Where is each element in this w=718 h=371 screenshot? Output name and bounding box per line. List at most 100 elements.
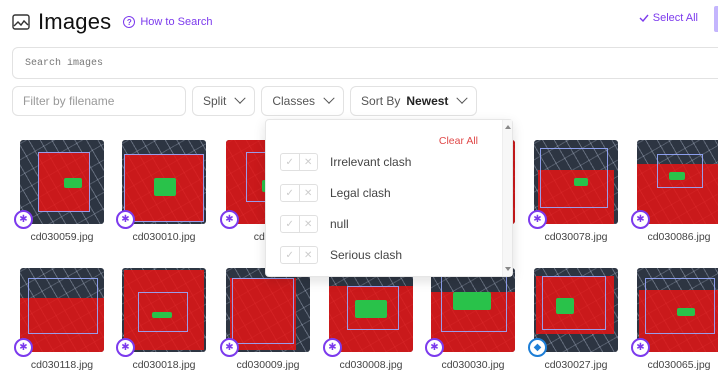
image-thumbnail[interactable] [534,140,618,224]
person-icon: ✱ [14,210,33,229]
class-option: ✓ ✕ Irrelevant clash [280,152,411,172]
image-filename: cd030010.jpg [132,231,196,243]
person-icon: ✱ [116,210,135,229]
image-card[interactable]: ✱ cd030010.jpg [116,140,206,243]
image-gallery-icon [12,14,30,30]
person-icon: ✱ [631,210,650,229]
chevron-down-icon [323,92,335,104]
scroll-up-icon[interactable] [505,125,511,129]
check-icon[interactable]: ✓ [281,185,300,201]
object-annotation [64,178,82,188]
object-annotation [152,312,172,318]
image-thumbnail[interactable] [20,268,104,352]
person-icon: ✱ [323,338,342,357]
object-annotation [453,292,491,310]
image-filename: cd030118.jpg [30,359,94,371]
image-filename: cd030078.jpg [544,231,608,243]
toolbar-edge-button[interactable] [714,6,718,32]
bounding-box [232,278,294,344]
person-icon: ✱ [631,338,650,357]
person-icon: ✱ [425,338,444,357]
class-toggle[interactable]: ✓ ✕ [280,215,318,233]
check-icon[interactable]: ✓ [281,216,300,232]
object-annotation [574,178,588,186]
image-card[interactable]: ✱ cd030018.jpg [116,268,206,371]
image-thumbnail[interactable] [122,140,206,224]
class-toggle[interactable]: ✓ ✕ [280,153,318,171]
class-toggle[interactable]: ✓ ✕ [280,246,318,264]
close-icon[interactable]: ✕ [300,247,318,263]
image-thumbnail[interactable] [122,268,206,352]
image-card[interactable]: ✱ cd030078.jpg [528,140,618,243]
select-all-label: Select All [652,12,698,24]
question-icon: ? [123,16,136,28]
close-icon[interactable]: ✕ [300,185,318,201]
person-icon: ✱ [528,210,547,229]
select-all-button[interactable]: Select All [639,12,698,24]
classes-dropdown[interactable]: Classes [261,86,345,116]
image-filename: cd030027.jpg [544,359,608,371]
page-header: Images ? How to Search [12,8,213,36]
close-icon[interactable]: ✕ [300,216,318,232]
search-input[interactable] [25,57,425,69]
object-annotation [556,298,574,314]
class-option: ✓ ✕ Legal clash [280,183,391,203]
person-icon: ✱ [116,338,135,357]
image-card[interactable]: ✱ cd030008.jpg [323,268,413,371]
class-option-label: Legal clash [330,186,391,200]
image-filename: cd030009.jpg [236,359,300,371]
bounding-box [28,278,98,334]
class-option: ✓ ✕ Serious clash [280,245,402,265]
image-filename: cd030030.jpg [441,359,505,371]
image-card[interactable]: ✱ cd030065.jpg [631,268,718,371]
classes-popup: Clear All ✓ ✕ Irrelevant clash ✓ ✕ Legal c… [265,119,513,277]
class-option-label: Serious clash [330,248,403,262]
image-card[interactable]: ✱ cd030086.jpg [631,140,718,243]
sort-dropdown[interactable]: Sort By Newest [350,86,478,116]
image-filename: cd030018.jpg [132,359,196,371]
split-label: Split [203,94,227,108]
sort-value: Newest [406,94,449,108]
check-icon[interactable]: ✓ [281,154,300,170]
image-thumbnail[interactable] [20,140,104,224]
chevron-down-icon [234,92,247,104]
image-card[interactable]: ◆ cd030027.jpg [528,268,618,371]
image-card[interactable]: ✱ cd030118.jpg [14,268,104,371]
page-title: Images [38,9,112,34]
filename-filter-input[interactable] [12,86,186,116]
popup-scrollbar[interactable] [502,120,512,276]
classes-label: Classes [272,94,316,108]
object-annotation [154,178,176,196]
image-thumbnail[interactable] [329,268,413,352]
check-icon[interactable]: ✓ [281,247,300,263]
object-annotation [677,308,695,316]
bounding-box [542,276,606,330]
sort-prefix: Sort By [361,94,401,108]
class-toggle[interactable]: ✓ ✕ [280,184,318,202]
scroll-down-icon[interactable] [505,267,511,271]
image-filename: cd030086.jpg [647,231,711,243]
person-icon: ✱ [14,338,33,357]
filter-bar: Split Classes Sort By Newest [12,86,478,116]
image-thumbnail[interactable] [431,268,515,352]
bounding-box [657,154,703,188]
image-card[interactable]: ✱ cd030009.jpg [220,268,310,371]
image-thumbnail[interactable] [637,140,718,224]
image-thumbnail[interactable] [226,268,310,352]
image-card[interactable]: ✱ cd030059.jpg [14,140,104,243]
class-option: ✓ ✕ null [280,214,349,234]
object-annotation [355,300,387,318]
how-to-search-link[interactable]: ? How to Search [123,16,213,28]
how-to-search-label: How to Search [140,16,213,28]
image-filename: cd030008.jpg [339,359,403,371]
object-annotation [669,172,685,180]
clear-all-button[interactable]: Clear All [439,135,478,147]
close-icon[interactable]: ✕ [300,154,318,170]
chevron-down-icon [456,92,469,104]
image-thumbnail[interactable] [637,268,718,352]
person-icon: ✱ [220,210,239,229]
split-dropdown[interactable]: Split [192,86,256,116]
image-card[interactable]: ✱ cd030030.jpg [425,268,515,371]
check-icon [639,14,649,22]
image-thumbnail[interactable] [534,268,618,352]
